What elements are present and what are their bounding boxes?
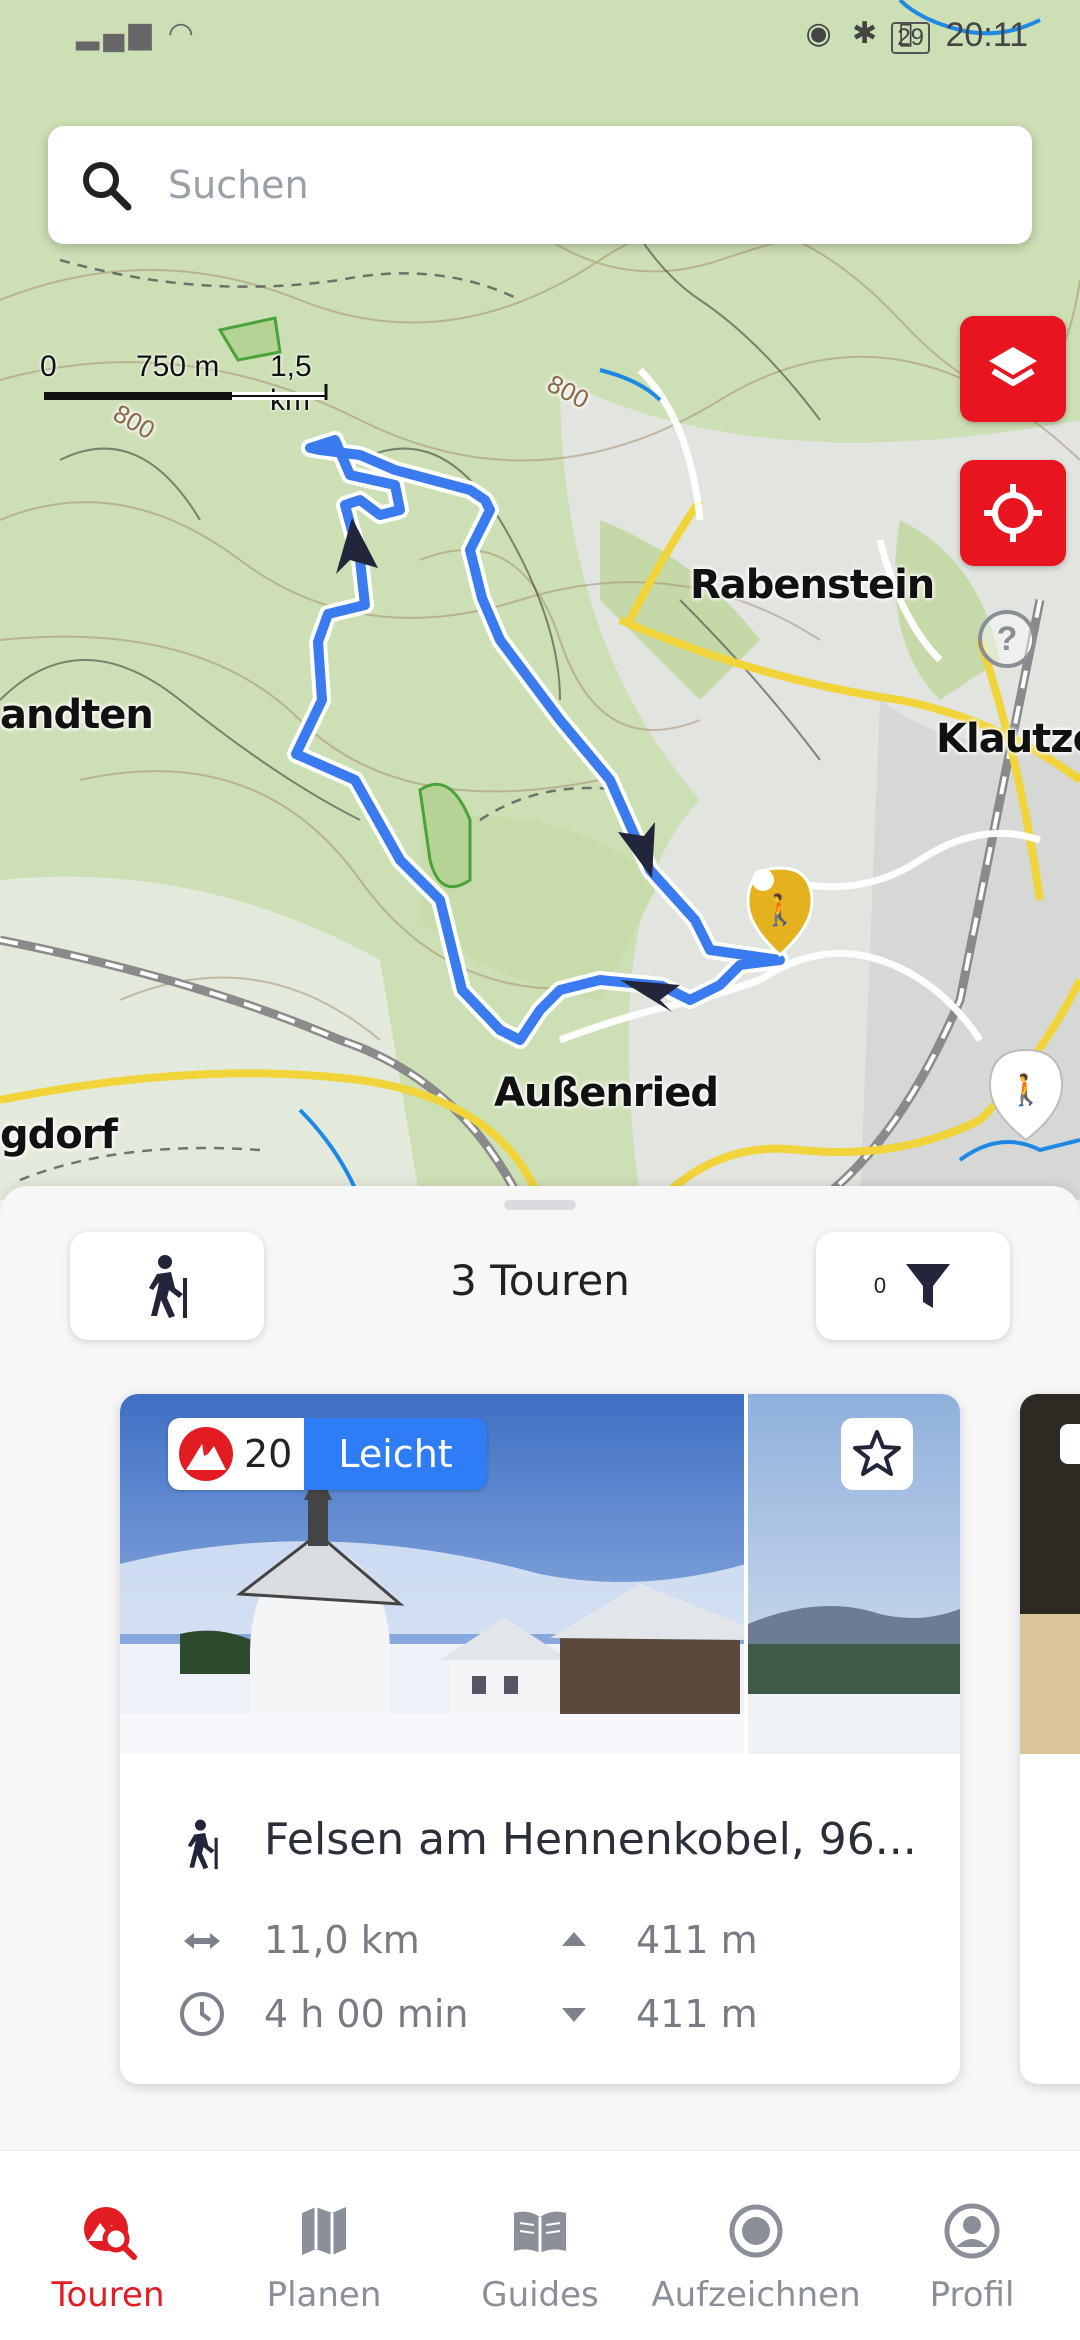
status-bar: ▂▄▆ ◠ ◉ ✱ ▯ 29 20:11 — [0, 0, 1080, 70]
nav-label: Guides — [481, 2275, 599, 2315]
search-input[interactable] — [168, 163, 968, 207]
distance-icon — [184, 1933, 220, 1949]
tour-descent: 411 m — [636, 1992, 758, 2036]
svg-text:🚶: 🚶 — [761, 892, 798, 927]
ascent-icon — [562, 1932, 586, 1946]
nav-label: Touren — [51, 2275, 165, 2315]
tour-info: Felsen am Hennenkobel, 96... 11,0 km 4 h… — [120, 1754, 960, 2084]
record-icon — [729, 2204, 783, 2258]
nav-item-planen[interactable]: Planen — [216, 2151, 432, 2340]
crosshair-icon — [984, 484, 1042, 542]
map-icon — [302, 2207, 346, 2255]
tour-badges: 20 Leicht — [168, 1418, 487, 1490]
tours-sheet: 3 Touren 0 20 Leicht Felsen am Hennenkob… — [0, 1186, 1080, 2151]
place-label-klautzen: Klautzen — [936, 716, 1080, 762]
tour-duration: 4 h 00 min — [264, 1992, 469, 2036]
tour-distance: 11,0 km — [264, 1918, 420, 1962]
search-bar[interactable] — [48, 126, 1032, 244]
help-button[interactable]: ? — [978, 610, 1036, 668]
nav-item-touren[interactable]: Touren — [0, 2151, 216, 2340]
tour-photo — [1020, 1394, 1080, 1754]
svg-text:🚶: 🚶 — [1007, 1072, 1044, 1107]
mountain-logo-icon — [179, 1427, 233, 1481]
place-label-brandten: andten — [0, 692, 154, 738]
nav-label: Profil — [929, 2275, 1015, 2315]
tour-card-next[interactable] — [1020, 1394, 1080, 2084]
place-label-gdorf: gdorf — [0, 1112, 118, 1158]
bottom-navigation: Touren Planen Guides Aufzeichnen Profil — [0, 2150, 1080, 2340]
favorite-button[interactable] — [841, 1418, 913, 1490]
clock: 20:11 — [945, 16, 1028, 54]
layers-button[interactable] — [960, 316, 1066, 422]
nav-item-profil[interactable]: Profil — [864, 2151, 1080, 2340]
map-view[interactable]: 🚶 🚶 800 800 Rabenstein Klautzen andten A… — [0, 0, 1080, 1200]
tour-card[interactable]: 20 Leicht Felsen am Hennenkobel, 96... 1… — [120, 1394, 960, 2084]
rating-value: 20 — [244, 1432, 293, 1476]
filter-icon — [906, 1264, 951, 1308]
signal-icon: ▂▄▆ ◠ — [76, 17, 198, 50]
nav-item-aufzeichnen[interactable]: Aufzeichnen — [648, 2151, 864, 2340]
hiker-icon — [187, 1819, 218, 1870]
tour-ascent: 411 m — [636, 1918, 758, 1962]
book-icon — [514, 2211, 566, 2253]
nav-item-guides[interactable]: Guides — [432, 2151, 648, 2340]
difficulty-badge: Leicht — [304, 1418, 487, 1490]
place-label-aussenried: Außenried — [494, 1070, 719, 1116]
tour-title: Felsen am Hennenkobel, 96... — [264, 1814, 917, 1865]
locate-button[interactable] — [960, 460, 1066, 566]
star-icon — [853, 1430, 901, 1476]
sheet-drag-handle[interactable] — [504, 1200, 576, 1210]
nav-label: Planen — [266, 2275, 382, 2315]
map-scale-bar: 0 750 m 1,5 km — [36, 350, 336, 417]
descent-icon — [562, 2008, 586, 2022]
place-label-rabenstein: Rabenstein — [690, 562, 935, 608]
tour-search-icon — [84, 2207, 137, 2260]
rating-badge: 20 — [168, 1418, 305, 1490]
clock-icon — [180, 1992, 224, 2036]
layers-icon — [989, 347, 1037, 386]
nav-label: Aufzeichnen — [651, 2275, 861, 2315]
profile-icon — [944, 2203, 1000, 2259]
filter-count: 0 — [873, 1273, 887, 1298]
search-icon — [83, 162, 132, 211]
battery-indicator: 29 — [891, 22, 930, 54]
scale-line — [44, 384, 328, 400]
filter-button[interactable]: 0 — [816, 1232, 1010, 1340]
